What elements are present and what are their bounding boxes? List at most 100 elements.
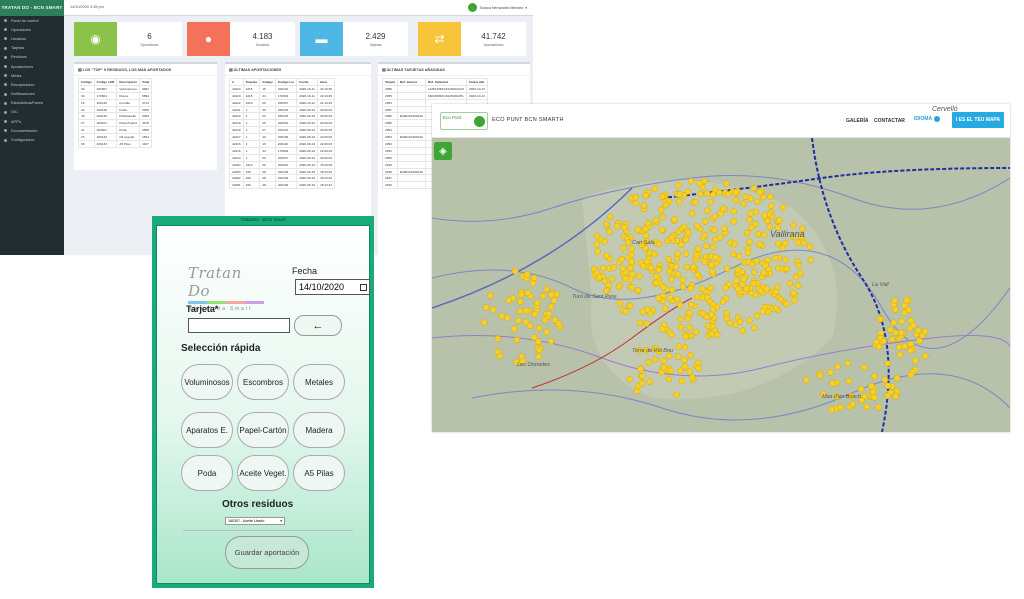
map-canvas[interactable] [432,138,1010,432]
ecopoint-marker[interactable] [786,280,794,287]
column-header[interactable]: Tarjetas [242,78,261,86]
ecopoint-marker[interactable] [593,241,601,248]
ecopoint-marker[interactable] [759,193,767,201]
ecopoint-marker[interactable] [639,372,646,380]
ecopoint-marker[interactable] [632,200,640,207]
ecopoint-marker[interactable] [489,306,497,313]
ecopoint-marker[interactable] [681,356,688,364]
ecopoint-marker[interactable] [744,249,752,256]
ecopoint-marker[interactable] [651,250,658,258]
ecopoint-marker[interactable] [916,337,923,345]
sidebar-item[interactable]: Configuración [0,135,64,144]
ecopoint-marker[interactable] [651,356,659,363]
ecopoint-marker[interactable] [766,193,774,201]
ecopoint-marker[interactable] [523,271,531,278]
ecopoint-marker[interactable] [596,274,603,281]
ecopoint-marker[interactable] [890,319,897,326]
column-header[interactable]: Fecha [296,78,319,86]
ecopoint-marker[interactable] [762,262,769,269]
ecopoint-marker[interactable] [511,267,519,275]
ecopoint-marker[interactable] [679,276,687,284]
ecopoint-marker[interactable] [922,352,929,360]
ecopoint-marker[interactable] [783,265,790,273]
ecopoint-marker[interactable] [660,283,667,291]
ecopoint-marker[interactable] [729,250,737,258]
ecopoint-marker[interactable] [707,284,714,292]
ecopoint-marker[interactable] [868,382,875,390]
ecopoint-marker[interactable] [763,285,770,293]
ecopoint-marker[interactable] [547,338,555,345]
ecopoint-marker[interactable] [636,319,644,327]
ecopoint-marker[interactable] [517,291,525,298]
ecopoint-marker[interactable] [646,378,654,385]
ecopoint-marker[interactable] [494,335,502,343]
ecopoint-marker[interactable] [759,308,767,315]
ecopoint-marker[interactable] [869,388,877,396]
ecopoint-marker[interactable] [876,316,884,323]
ecopoint-marker[interactable] [676,191,684,198]
ecopoint-marker[interactable] [834,363,841,370]
ecopoint-marker[interactable] [686,309,693,317]
ecopoint-marker[interactable] [816,372,824,379]
ecopoint-marker[interactable] [674,353,682,360]
ecopoint-marker[interactable] [701,231,709,239]
language-selector[interactable]: IDIOMA [914,116,941,122]
ecopoint-marker[interactable] [658,226,666,234]
ecopoint-marker[interactable] [765,308,772,316]
ecopoint-marker[interactable] [543,285,550,293]
ecopoint-marker[interactable] [628,251,635,259]
calendar-icon[interactable] [360,283,367,291]
ecopoint-marker[interactable] [884,382,891,390]
ecopoint-marker[interactable] [682,236,689,243]
ecopoint-marker[interactable] [661,305,669,312]
quick-waste-button[interactable]: A5 Pilas [293,455,345,491]
ecopoint-marker[interactable] [616,300,624,307]
column-header[interactable]: Ref. interna [396,78,426,86]
ecopoint-marker[interactable] [511,325,518,333]
card-input[interactable] [188,318,290,333]
ecopoint-marker[interactable] [695,359,702,366]
ecopoint-marker[interactable] [679,283,687,291]
ecopoint-marker[interactable] [629,270,636,278]
ecopoint-marker[interactable] [783,300,790,308]
ecopoint-marker[interactable] [723,315,731,322]
ecopoint-marker[interactable] [550,297,558,304]
ecopoint-marker[interactable] [667,367,675,375]
ecopoint-marker[interactable] [675,182,682,189]
ecopoint-marker[interactable] [905,306,913,314]
ecopoint-marker[interactable] [875,343,883,350]
ecopoint-marker[interactable] [626,302,634,310]
ecopoint-marker[interactable] [795,262,803,269]
ecopoint-marker[interactable] [644,306,651,313]
ecopoint-marker[interactable] [751,324,758,331]
ecopoint-marker[interactable] [743,229,751,237]
ecopoint-marker[interactable] [529,279,537,287]
ecopoint-marker[interactable] [498,312,505,320]
sidebar-item[interactable]: Recuperación [0,80,64,89]
ecopoint-marker[interactable] [895,343,903,351]
sidebar-item[interactable]: Operadores [0,25,64,34]
ecopoint-marker[interactable] [666,267,673,275]
ecopoint-marker[interactable] [896,351,904,359]
ecopoint-marker[interactable] [732,189,739,196]
ecopoint-marker[interactable] [703,190,711,197]
ecopoint-marker[interactable] [692,198,699,206]
ecopoint-marker[interactable] [686,324,693,331]
ecopoint-marker[interactable] [657,206,665,214]
quick-waste-button[interactable]: Metales [293,364,345,400]
ecopoint-marker[interactable] [731,240,738,248]
ecopoint-marker[interactable] [828,406,835,413]
ecopoint-marker[interactable] [593,232,601,240]
ecopoint-marker[interactable] [626,375,633,383]
ecopoint-marker[interactable] [892,393,899,400]
ecopoint-marker[interactable] [704,294,711,301]
ecopoint-marker[interactable] [482,304,490,311]
ecopoint-marker[interactable] [711,236,719,243]
ecopoint-marker[interactable] [606,228,613,236]
ecopoint-marker[interactable] [688,301,695,309]
ecopoint-marker[interactable] [619,265,627,272]
ecopoint-marker[interactable] [652,217,659,224]
ecopoint-marker[interactable] [613,223,621,230]
ecopoint-marker[interactable] [672,263,680,271]
other-waste-select[interactable]: 180307 - Aceite Usado ▾ [225,517,285,525]
